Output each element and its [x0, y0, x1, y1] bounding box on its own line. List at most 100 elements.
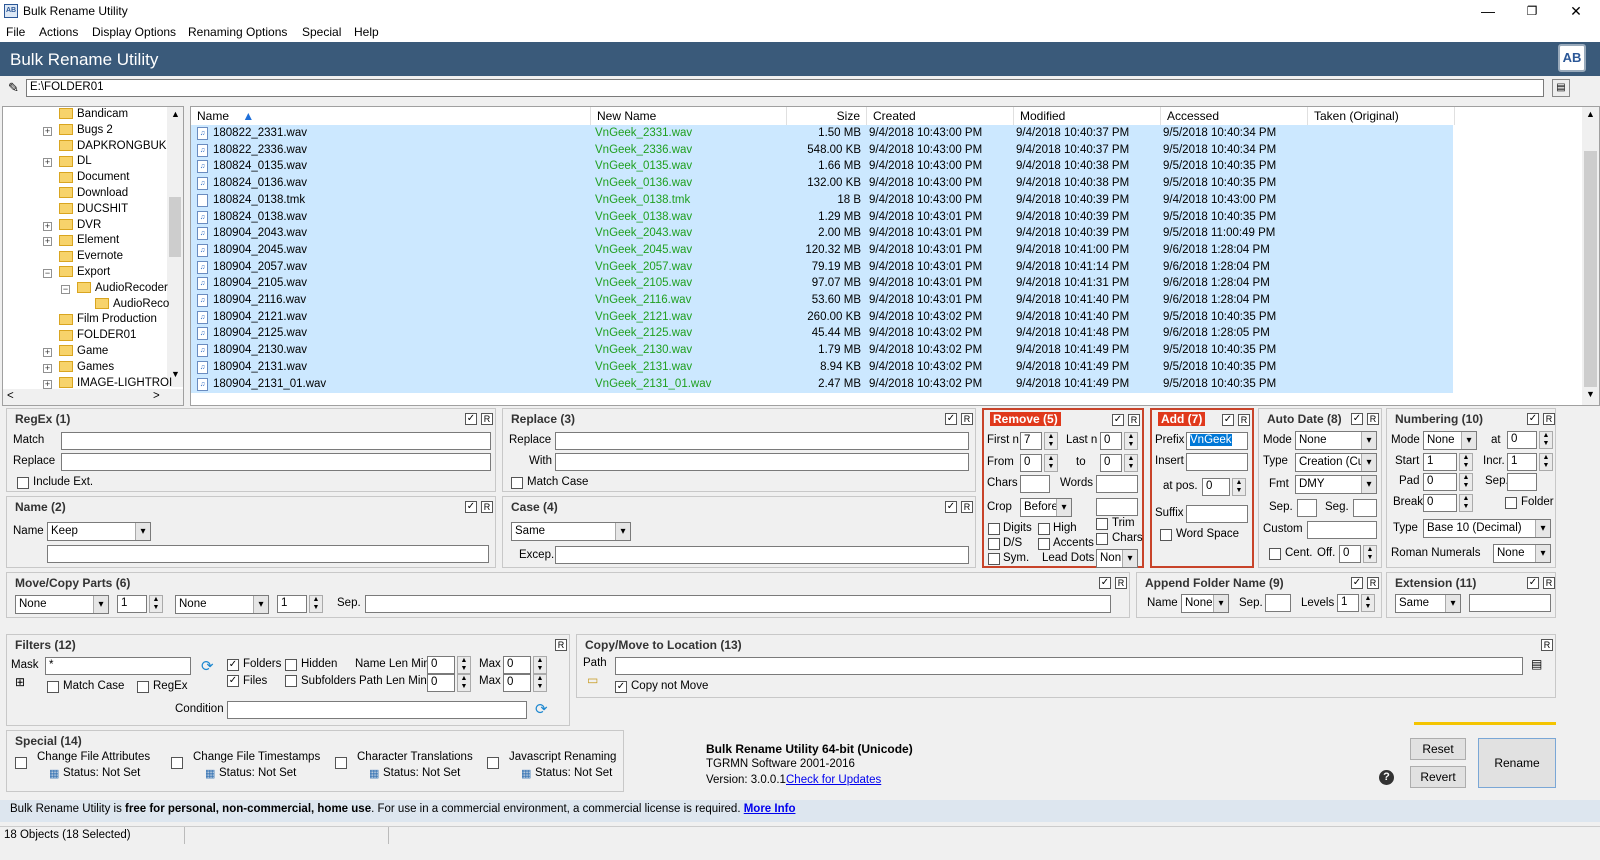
numbering-at-input[interactable]: 0	[1507, 431, 1537, 449]
tree-item[interactable]: Export	[59, 266, 110, 282]
trim-checkbox[interactable]	[1096, 518, 1108, 530]
copymove-reset-button[interactable]: R	[1541, 639, 1553, 651]
folders-checkbox[interactable]: ✓	[227, 659, 239, 671]
replace-reset-button[interactable]: R	[961, 413, 973, 425]
include-ext-checkbox[interactable]	[17, 477, 29, 489]
add-enable-checkbox[interactable]: ✓	[1222, 414, 1234, 426]
menu-actions[interactable]: Actions	[39, 25, 78, 39]
path-input[interactable]: E:\FOLDER01	[26, 79, 1544, 97]
appendfolder-name-select[interactable]: None	[1181, 594, 1229, 613]
file-row[interactable]: ♫ 180904_2105.wav VnGeek_2105.wav 97.07 MB 9…	[191, 275, 1453, 293]
tree-item[interactable]: DAPKRONGBUK	[59, 140, 166, 156]
special-item-label[interactable]: Javascript Renaming	[509, 751, 616, 763]
add-reset-button[interactable]: R	[1238, 414, 1250, 426]
match-case-checkbox[interactable]	[511, 477, 523, 489]
tree-item[interactable]: IMAGE-LIGHTROI	[59, 377, 172, 393]
tree-expander-icon[interactable]: +	[43, 237, 52, 247]
tree-item[interactable]: Element	[59, 234, 119, 250]
menu-display-options[interactable]: Display Options	[92, 25, 176, 39]
files-checkbox[interactable]: ✓	[227, 675, 239, 687]
words-input[interactable]	[1096, 475, 1138, 493]
digits-checkbox[interactable]	[988, 523, 1000, 535]
pad-input[interactable]: 0	[1423, 473, 1457, 491]
extension-reset-button[interactable]: R	[1543, 577, 1555, 589]
mask-input[interactable]: *	[45, 657, 191, 675]
path-len-min-input[interactable]: 0	[427, 674, 455, 692]
special-checkbox[interactable]	[335, 757, 347, 769]
first-n-input[interactable]: 7	[1020, 432, 1042, 450]
tree-expander-icon[interactable]: +	[43, 379, 52, 389]
regex-match-input[interactable]	[61, 432, 491, 450]
levels-input[interactable]: 1	[1337, 594, 1359, 612]
file-row[interactable]: 180824_0138.tmk VnGeek_0138.tmk 18 B 9/4/20…	[191, 191, 1453, 209]
regex-enable-checkbox[interactable]: ✓	[465, 413, 477, 425]
with-input[interactable]	[555, 453, 969, 471]
movecopy-a-spinner[interactable]: ▲ ▼	[149, 595, 163, 613]
sym-checkbox[interactable]	[988, 553, 1000, 565]
last-n-spinner[interactable]: ▲ ▼	[1124, 432, 1138, 450]
name-input[interactable]	[47, 545, 489, 563]
pin-icon[interactable]: ✎	[8, 80, 19, 96]
special-item-label[interactable]: Change File Attributes	[37, 751, 150, 763]
file-row[interactable]: ♫ 180904_2057.wav VnGeek_2057.wav 79.19 MB 9…	[191, 258, 1453, 276]
excep-input[interactable]	[555, 546, 969, 564]
from-spinner[interactable]: ▲ ▼	[1044, 454, 1058, 472]
name-reset-button[interactable]: R	[481, 501, 493, 513]
cent-checkbox[interactable]	[1269, 548, 1281, 560]
help-icon[interactable]: ?	[1379, 770, 1394, 785]
special-item-label[interactable]: Change File Timestamps	[193, 751, 320, 763]
replace-input[interactable]	[555, 432, 969, 450]
reset-button[interactable]: Reset	[1410, 738, 1466, 760]
column-size[interactable]: Size	[787, 107, 867, 125]
movecopy-sep-input[interactable]	[365, 595, 1111, 613]
close-button[interactable]: ✕	[1554, 0, 1598, 22]
filter-match-case-checkbox[interactable]	[47, 681, 59, 693]
crop-select[interactable]: Before	[1020, 498, 1072, 517]
filter-regex-checkbox[interactable]	[137, 681, 149, 693]
column-accessed[interactable]: Accessed	[1161, 107, 1308, 125]
remove-reset-button[interactable]: R	[1128, 414, 1140, 426]
at-pos-spinner[interactable]: ▲ ▼	[1232, 478, 1246, 496]
special-settings-icon[interactable]: ▦	[49, 767, 59, 780]
file-row[interactable]: ♫ 180904_2116.wav VnGeek_2116.wav 53.60 MB 9…	[191, 292, 1453, 309]
minimize-button[interactable]: —	[1466, 0, 1510, 22]
filter-tool-icon[interactable]: ⊞	[15, 675, 25, 689]
tree-expander-icon[interactable]: −	[43, 269, 52, 278]
start-spinner[interactable]: ▲ ▼	[1459, 453, 1473, 471]
to-spinner[interactable]: ▲ ▼	[1124, 454, 1138, 472]
levels-spinner[interactable]: ▲ ▼	[1361, 594, 1375, 612]
condition-refresh-icon[interactable]: ⟳	[535, 700, 548, 718]
at-pos-input[interactable]: 0	[1202, 478, 1230, 496]
rename-button[interactable]: Rename	[1478, 738, 1556, 788]
insert-input[interactable]	[1186, 453, 1248, 471]
copy-not-move-checkbox[interactable]: ✓	[615, 681, 627, 693]
file-row[interactable]: ♫ 180824_0135.wav VnGeek_0135.wav 1.66 MB 9/…	[191, 158, 1453, 176]
file-row[interactable]: ♫ 180904_2043.wav VnGeek_2043.wav 2.00 MB 9/…	[191, 225, 1453, 243]
hidden-checkbox[interactable]	[285, 659, 297, 671]
special-settings-icon[interactable]: ▦	[521, 767, 531, 780]
case-select[interactable]: Same	[511, 522, 631, 541]
break-spinner[interactable]: ▲ ▼	[1459, 494, 1473, 512]
extension-input[interactable]	[1469, 594, 1551, 612]
case-enable-checkbox[interactable]: ✓	[945, 501, 957, 513]
tree-item[interactable]: FOLDER01	[59, 329, 136, 345]
incr-spinner[interactable]: ▲ ▼	[1539, 453, 1553, 471]
file-row[interactable]: ♫ 180904_2125.wav VnGeek_2125.wav 45.44 MB 9…	[191, 325, 1453, 343]
first-n-spinner[interactable]: ▲ ▼	[1044, 432, 1058, 450]
name-len-max-spinner[interactable]: ▲ ▼	[533, 656, 547, 674]
movecopy-enable-checkbox[interactable]: ✓	[1099, 577, 1111, 589]
scroll-down-icon[interactable]: ▼	[171, 369, 180, 379]
path-len-max-spinner[interactable]: ▲ ▼	[533, 674, 547, 692]
remove-enable-checkbox[interactable]: ✓	[1112, 414, 1124, 426]
more-info-link[interactable]: More Info	[744, 803, 796, 815]
chars-remove-checkbox[interactable]	[1096, 533, 1108, 545]
folder-tree[interactable]: ▲ ▼ < > Bandicam + Bugs 2 DAPKRONGBUK + DL Doc…	[2, 106, 184, 406]
menu-help[interactable]: Help	[354, 25, 379, 39]
scroll-left-icon[interactable]: <	[7, 390, 14, 402]
name-select[interactable]: Keep	[47, 522, 151, 541]
tree-item[interactable]: Games	[59, 361, 114, 377]
column-new-name[interactable]: New Name	[591, 107, 787, 125]
crop-input[interactable]	[1096, 498, 1138, 516]
to-input[interactable]: 0	[1100, 454, 1122, 472]
special-item-label[interactable]: Character Translations	[357, 751, 473, 763]
